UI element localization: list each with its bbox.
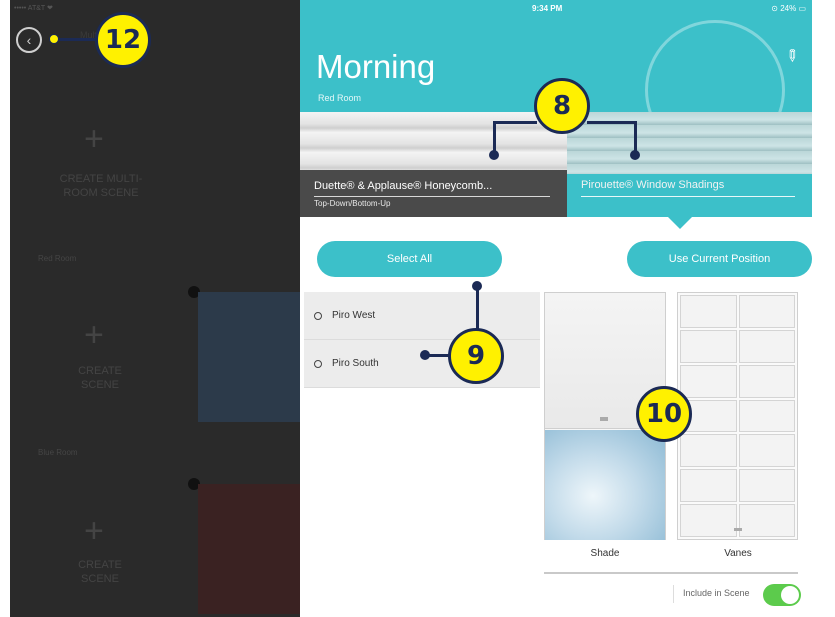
alarm-clock-icon (645, 20, 785, 112)
plus-icon: + (84, 512, 104, 550)
section-red-room: Red Room (38, 254, 77, 263)
tab-duette[interactable]: Duette® & Applause® Honeycomb... Top-Dow… (300, 112, 567, 217)
scene-list-panel: ••••• AT&T ❤ Multiple Scenes + CREATE MU… (10, 0, 300, 617)
tab-underline (581, 196, 795, 197)
vane-grid (680, 295, 795, 537)
callout-10: 10 (636, 386, 692, 442)
callout-8: 8 (534, 78, 590, 134)
callout-leader (493, 121, 537, 124)
include-in-scene-toggle[interactable] (763, 584, 801, 606)
tab-duette-sub: Top-Down/Bottom-Up (314, 199, 391, 208)
callout-leader (476, 285, 479, 331)
active-tab-pointer (667, 216, 693, 229)
list-item[interactable]: Piro South (304, 340, 540, 388)
callout-dot (49, 34, 59, 44)
divider (673, 585, 674, 603)
radio-icon[interactable] (314, 359, 322, 368)
battery-status: ⊙ 24% ▭ (771, 4, 806, 13)
callout-12: 12 (95, 12, 151, 68)
callout-dot (489, 150, 499, 160)
shade-label: Shade (590, 548, 620, 559)
vanes-label: Vanes (724, 548, 752, 559)
radio-icon[interactable] (314, 311, 322, 320)
carrier-status: ••••• AT&T ❤ (14, 5, 53, 12)
scene-card[interactable] (198, 292, 300, 422)
vanes-position-control[interactable] (677, 292, 798, 540)
callout-9: 9 (448, 328, 504, 384)
callout-dot (420, 350, 430, 360)
scene-title: Morning (316, 48, 436, 85)
callout-dot (630, 150, 640, 160)
shade-name: Piro South (332, 358, 379, 369)
shade-drag-handle[interactable] (600, 417, 608, 421)
callout-leader (587, 121, 637, 124)
create-multi-room-scene-button[interactable]: CREATE MULTI- ROOM SCENE (36, 172, 166, 200)
tab-duette-label: Duette® & Applause® Honeycomb... (314, 180, 493, 192)
callout-dot (472, 281, 482, 291)
include-in-scene-label: Include in Scene (683, 588, 750, 598)
use-current-position-button[interactable]: Use Current Position (627, 241, 812, 277)
divider (544, 572, 798, 574)
status-time: 9:34 PM (532, 4, 563, 13)
scene-card[interactable] (198, 484, 300, 614)
window-sky-image (545, 430, 665, 540)
tab-caption: Pirouette® Window Shadings (567, 174, 812, 217)
tab-pirouette[interactable]: Pirouette® Window Shadings (567, 112, 812, 217)
toggle-knob (781, 586, 799, 604)
edit-pencil-icon[interactable]: ✎ (779, 44, 803, 68)
scene-room: Red Room (318, 93, 362, 103)
tab-underline (314, 196, 550, 197)
shade-name: Piro West (332, 310, 376, 321)
create-scene-button[interactable]: CREATE SCENE (50, 558, 150, 586)
chevron-left-icon: ‹ (26, 32, 32, 48)
plus-icon: + (84, 316, 104, 354)
create-scene-button[interactable]: CREATE SCENE (50, 364, 150, 392)
back-button[interactable]: ‹ (16, 27, 42, 53)
section-blue-room: Blue Room (38, 448, 78, 457)
tab-caption: Duette® & Applause® Honeycomb... Top-Dow… (300, 170, 567, 217)
select-all-button[interactable]: Select All (317, 241, 502, 277)
tab-pirouette-label: Pirouette® Window Shadings (581, 179, 725, 191)
list-item[interactable]: Piro West (304, 292, 540, 340)
plus-icon: + (84, 120, 104, 158)
shade-list: Piro West Piro South (304, 292, 540, 388)
vanes-drag-handle[interactable] (734, 528, 742, 531)
